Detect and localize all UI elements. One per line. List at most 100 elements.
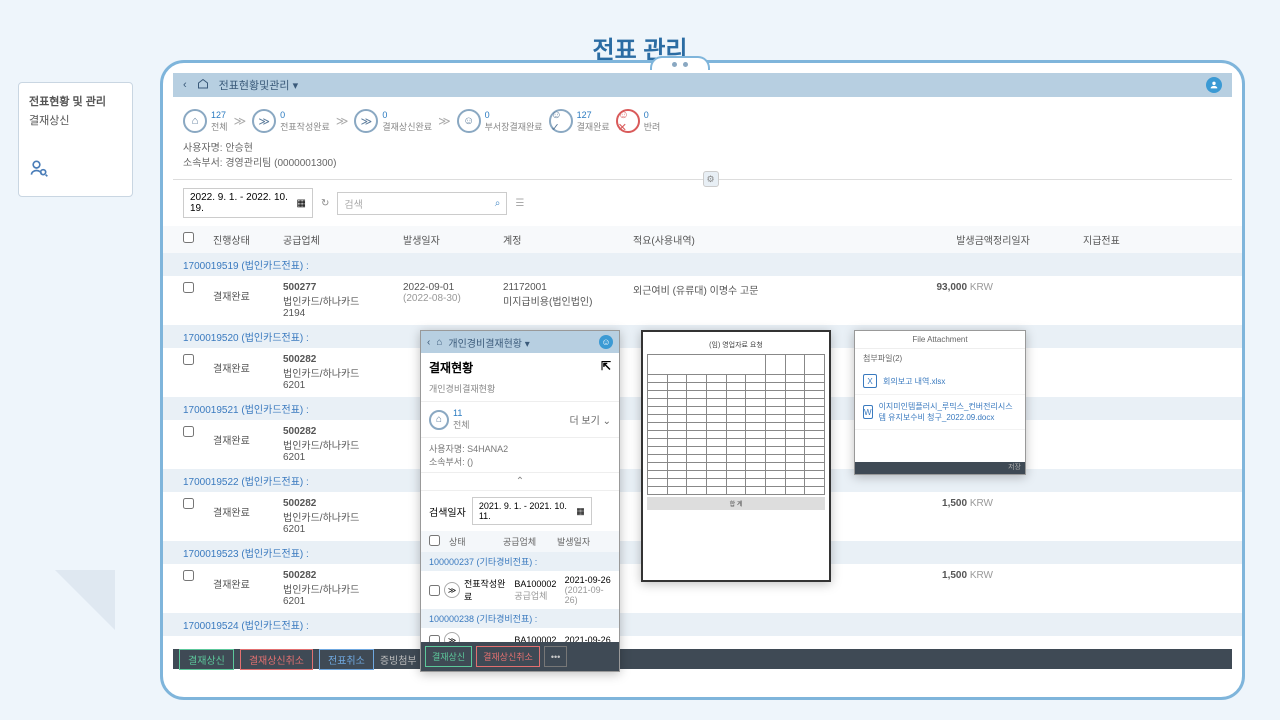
user-dept-label: 소속부서: 경영관리팀 (0000001300) bbox=[183, 156, 1222, 171]
cell-vendor: 500277 법인카드/하나카드 2194 bbox=[283, 282, 403, 319]
approval-status-popup: ‹ ⌂ 개인경비결재현황 ▾ ☺ 결재현황 ⇱ 개인경비결재현황 ⌂ 11전체 … bbox=[420, 330, 620, 672]
col-payslip: 지급전표 bbox=[1083, 232, 1143, 247]
attachment-item[interactable]: W 이지미인템플러시_루믹스_컨버전리시스템 유지보수비 청구_2022.09.… bbox=[855, 395, 1025, 430]
search-input[interactable]: 검색 ⌕ bbox=[337, 192, 507, 215]
workflow-steps: ⌂ 127전체 ≫ ≫ 0전표작성완료 ≫ ≫ 0결재상신완료 ≫ ☺ 0부서장… bbox=[163, 97, 1242, 141]
wf-step-submit[interactable]: ≫ 0결재상신완료 bbox=[354, 109, 432, 133]
back-icon[interactable]: ‹ bbox=[183, 79, 187, 91]
cell-status: 결재완료 bbox=[213, 570, 283, 591]
row-checkbox[interactable] bbox=[183, 426, 194, 437]
arrow-icon: ≫ bbox=[234, 114, 247, 128]
popup-subtitle: 개인경비결재현황 bbox=[421, 382, 619, 402]
row-checkbox[interactable] bbox=[183, 354, 194, 365]
user-x-circle-icon: ☺✕ bbox=[616, 109, 640, 133]
decorative-triangle bbox=[55, 570, 115, 630]
back-icon[interactable]: ‹ bbox=[427, 337, 430, 348]
popup-workflow: ⌂ 11전체 더 보기 ⌄ bbox=[421, 402, 619, 438]
group-row[interactable]: 1700019519 (법인카드전표) : bbox=[163, 253, 1242, 276]
attach-label[interactable]: 증빙첨부 bbox=[380, 652, 417, 667]
group-row[interactable]: 1700019524 (법인카드전표) : bbox=[163, 613, 1242, 636]
voucher-cancel-button[interactable]: 전표취소 bbox=[319, 649, 374, 670]
forward-circle-icon: ≫ bbox=[252, 109, 276, 133]
popup-col-vendor: 공급업체 bbox=[503, 535, 557, 548]
home-icon[interactable] bbox=[197, 78, 209, 93]
user-avatar-icon[interactable] bbox=[1206, 77, 1222, 93]
approve-button[interactable]: 결재상신 bbox=[179, 649, 234, 670]
popup-date-input[interactable]: 2021. 9. 1. - 2021. 10. 11. ▦ bbox=[472, 497, 592, 525]
popup-col-status: 상태 bbox=[449, 535, 503, 548]
date-range-input[interactable]: 2022. 9. 1. - 2022. 10. 19. ▦ bbox=[183, 188, 313, 218]
popup-title: 결재현황 bbox=[429, 359, 473, 376]
wf-step-approved[interactable]: ☺✓ 127결재완료 bbox=[549, 109, 610, 133]
col-vendor: 공급업체 bbox=[283, 232, 403, 247]
popup-toolbar: ‹ ⌂ 개인경비결재현황 ▾ ☺ bbox=[421, 331, 619, 353]
wf-step-all[interactable]: ⌂ 127전체 bbox=[183, 109, 228, 133]
search-icon: ⌕ bbox=[495, 198, 501, 209]
calendar-icon: ▦ bbox=[297, 198, 306, 209]
filter-label: 검색일자 bbox=[429, 504, 466, 519]
user-check-circle-icon: ☺✓ bbox=[549, 109, 573, 133]
popup-user-info: 사용자명: S4HANA2 소속부서: () bbox=[421, 438, 619, 473]
arrow-icon: ≫ bbox=[438, 114, 451, 128]
side-card: 전표현황 및 관리 결재상신 bbox=[18, 82, 133, 197]
row-checkbox[interactable] bbox=[183, 498, 194, 509]
attachment-footer: 저장 bbox=[855, 462, 1025, 474]
popup-col-date: 발생일자 bbox=[557, 535, 611, 548]
refresh-icon[interactable]: ↻ bbox=[321, 198, 329, 209]
popup-filter: 검색일자 2021. 9. 1. - 2021. 10. 11. ▦ bbox=[421, 491, 619, 531]
attachment-item[interactable]: X 회의보고 내역.xlsx bbox=[855, 368, 1025, 395]
col-date: 발생일자 bbox=[403, 232, 503, 247]
col-account: 계정 bbox=[503, 232, 633, 247]
cell-status: 결재완료 bbox=[213, 354, 283, 375]
popup-table-header: 상태 공급업체 발생일자 bbox=[421, 531, 619, 552]
doc-footer: 합 계 bbox=[647, 497, 825, 510]
col-cleardate: 정리일자 bbox=[993, 232, 1083, 247]
export-icon[interactable]: ⇱ bbox=[601, 359, 611, 376]
document-preview[interactable]: (임) 영업자료 요청 합 계 bbox=[641, 330, 831, 582]
attachment-popup: File Attachment 첨부파일(2) X 회의보고 내역.xlsx W… bbox=[854, 330, 1026, 475]
action-bar: 결재상신 결재상신취소 전표취소 증빙첨부 bbox=[173, 649, 1232, 669]
cancel-approve-button[interactable]: 결재상신취소 bbox=[240, 649, 313, 670]
select-all-checkbox[interactable] bbox=[183, 232, 194, 243]
popup-approve-button[interactable]: 결재상신 bbox=[425, 646, 472, 667]
settings-icon[interactable]: ⚙ bbox=[703, 171, 719, 187]
home-circle-icon: ⌂ bbox=[429, 410, 449, 430]
cell-status: 결재완료 bbox=[213, 426, 283, 447]
cell-amount: 1,500 KRW bbox=[893, 498, 993, 509]
col-status: 진행상태 bbox=[213, 232, 283, 247]
row-checkbox[interactable] bbox=[183, 282, 194, 293]
cell-vendor: 500282 법인카드/하나카드 6201 bbox=[283, 426, 403, 463]
side-card-title: 전표현황 및 관리 bbox=[29, 93, 122, 109]
toolbar: ‹ 전표현황및관리 ▾ bbox=[173, 73, 1232, 97]
more-link[interactable]: 더 보기 ⌄ bbox=[569, 412, 611, 427]
popup-row-checkbox[interactable] bbox=[429, 585, 440, 596]
popup-cancel-button[interactable]: 결재상신취소 bbox=[476, 646, 540, 667]
cell-amount: 93,000 KRW bbox=[893, 282, 993, 293]
wf-step-dept[interactable]: ☺ 0부서장결재완료 bbox=[457, 109, 543, 133]
popup-more-button[interactable]: ••• bbox=[544, 646, 567, 667]
popup-select-all[interactable] bbox=[429, 535, 440, 546]
popup-breadcrumb[interactable]: 개인경비결재현황 ▾ bbox=[448, 335, 529, 350]
doc-title: (임) 영업자료 요청 bbox=[647, 340, 825, 350]
calendar-icon: ▦ bbox=[576, 506, 585, 517]
cell-status: 결재완료 bbox=[213, 498, 283, 519]
col-amount: 발생금액 bbox=[893, 232, 993, 247]
excel-file-icon: X bbox=[863, 374, 877, 388]
home-circle-icon: ⌂ bbox=[183, 109, 207, 133]
wf-step-draft[interactable]: ≫ 0전표작성완료 bbox=[252, 109, 330, 133]
notch-decoration bbox=[650, 56, 710, 70]
breadcrumb-dropdown[interactable]: 전표현황및관리 ▾ bbox=[219, 77, 298, 93]
home-icon[interactable]: ⌂ bbox=[436, 337, 442, 348]
doc-preview-table bbox=[647, 354, 825, 495]
popup-group[interactable]: 100000237 (기타경비전표) : bbox=[421, 552, 619, 571]
popup-group[interactable]: 100000238 (기타경비전표) : bbox=[421, 609, 619, 628]
popup-row[interactable]: ≫ 전표작성완료 BA100002공급업체 2021-09-26(2021-09… bbox=[421, 571, 619, 609]
cell-status: 결재완료 bbox=[213, 282, 283, 303]
row-checkbox[interactable] bbox=[183, 570, 194, 581]
wf-step-rejected[interactable]: ☺✕ 0반려 bbox=[616, 109, 661, 133]
filter-icon[interactable]: ☰ bbox=[515, 198, 524, 209]
user-avatar-icon[interactable]: ☺ bbox=[599, 335, 613, 349]
data-row[interactable]: 결재완료 500277 법인카드/하나카드 2194 2022-09-01 (2… bbox=[163, 276, 1242, 325]
collapse-icon[interactable]: ⌃ bbox=[421, 473, 619, 491]
arrow-icon: ≫ bbox=[336, 114, 349, 128]
